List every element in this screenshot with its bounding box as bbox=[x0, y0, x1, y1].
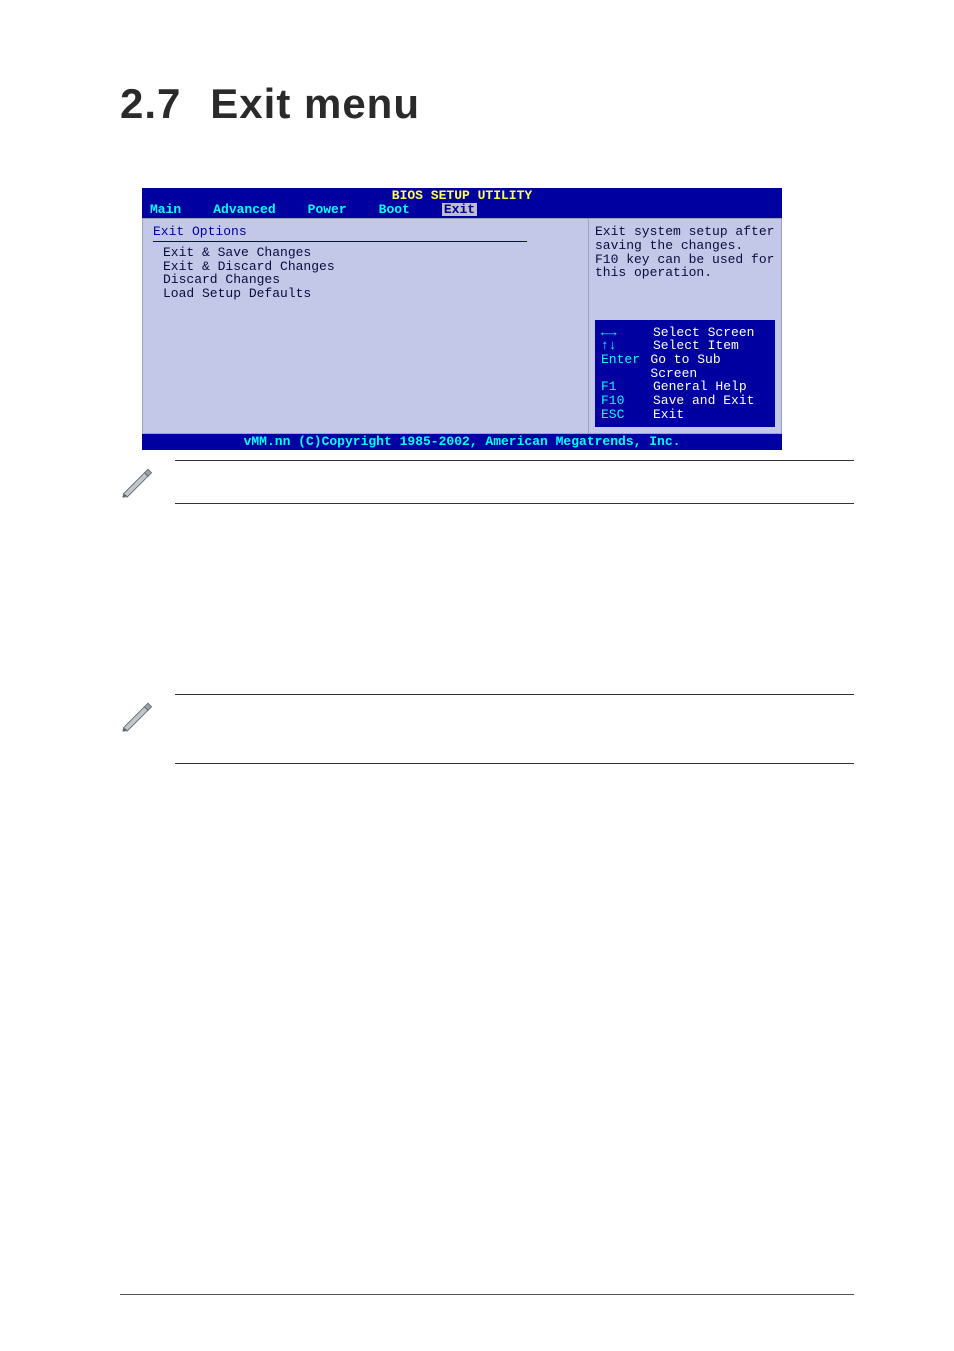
bios-menu-boot: Boot bbox=[379, 203, 410, 217]
nav-action: Select Item bbox=[653, 339, 739, 353]
bios-left-panel: Exit Options Exit & Save Changes Exit & … bbox=[143, 219, 588, 433]
bios-menu-bar: Main Advanced Power Boot Exit bbox=[142, 203, 782, 219]
bios-right-panel: Exit system setup after saving the chang… bbox=[588, 219, 781, 433]
bios-utility-title: BIOS SETUP UTILITY bbox=[142, 188, 782, 203]
page-footer-rule bbox=[120, 1294, 854, 1295]
note-box-2 bbox=[175, 694, 854, 764]
bios-help-text: Exit system setup after saving the chang… bbox=[595, 225, 775, 280]
nav-key: ↑↓ bbox=[601, 339, 653, 353]
nav-key: F1 bbox=[601, 380, 653, 394]
nav-action: General Help bbox=[653, 380, 747, 394]
help-line: saving the changes. bbox=[595, 239, 775, 253]
exit-options-header: Exit Options bbox=[153, 225, 527, 242]
nav-action: Go to Sub Screen bbox=[650, 353, 769, 380]
nav-action: Select Screen bbox=[653, 326, 754, 340]
help-line: Exit system setup after bbox=[595, 225, 775, 239]
bios-screenshot: BIOS SETUP UTILITY Main Advanced Power B… bbox=[142, 188, 782, 450]
nav-key: F10 bbox=[601, 394, 653, 408]
bios-menu-power: Power bbox=[308, 203, 347, 217]
nav-key: Enter bbox=[601, 353, 650, 380]
nav-key: ESC bbox=[601, 408, 653, 422]
section-number: 2.7 bbox=[120, 80, 181, 127]
nav-key: ←→ bbox=[601, 326, 653, 340]
bios-menu-exit: Exit bbox=[442, 203, 477, 217]
help-line: this operation. bbox=[595, 266, 775, 280]
nav-action: Save and Exit bbox=[653, 394, 754, 408]
help-line: F10 key can be used for bbox=[595, 253, 775, 267]
nav-action: Exit bbox=[653, 408, 684, 422]
section-heading: 2.7 Exit menu bbox=[120, 80, 854, 128]
bios-nav-legend: ←→Select Screen ↑↓Select Item EnterGo to… bbox=[595, 320, 775, 427]
pen-note-icon bbox=[120, 698, 155, 733]
discard-changes: Discard Changes bbox=[163, 273, 578, 287]
pen-note-icon bbox=[120, 464, 155, 499]
bios-copyright-footer: vMM.nn (C)Copyright 1985-2002, American … bbox=[142, 434, 782, 450]
load-setup-defaults: Load Setup Defaults bbox=[163, 287, 578, 301]
bios-menu-main: Main bbox=[150, 203, 181, 217]
section-title: Exit menu bbox=[210, 80, 420, 127]
exit-save-changes: Exit & Save Changes bbox=[163, 246, 578, 260]
exit-discard-changes: Exit & Discard Changes bbox=[163, 260, 578, 274]
note-box-1 bbox=[175, 460, 854, 504]
bios-menu-advanced: Advanced bbox=[213, 203, 275, 217]
